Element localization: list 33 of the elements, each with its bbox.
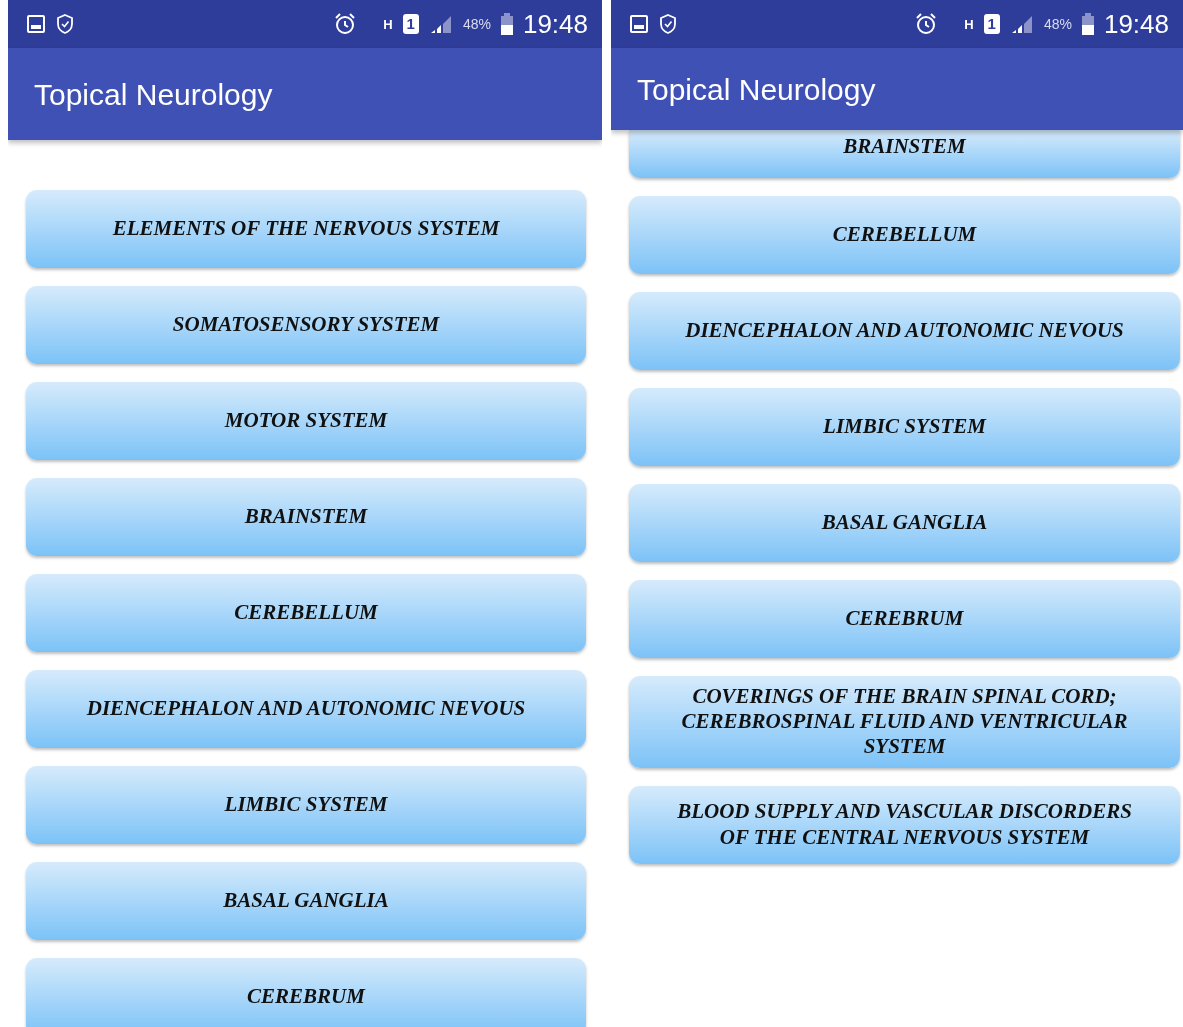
topic-button[interactable]: LIMBIC SYSTEM: [26, 766, 586, 844]
network-type-text: H: [383, 17, 393, 31]
topic-button[interactable]: CEREBRUM: [629, 580, 1180, 658]
app-title: Topical Neurology: [34, 76, 273, 113]
sim-icon: 1: [402, 14, 419, 34]
time-text: 19:48: [522, 7, 588, 41]
topic-button[interactable]: LIMBIC SYSTEM: [629, 388, 1180, 466]
topic-button[interactable]: CEREBRUM: [26, 958, 586, 1027]
battery-percent-text: 48%: [1043, 14, 1072, 34]
shield-icon: [659, 13, 677, 35]
topic-button[interactable]: CEREBELLUM: [26, 574, 586, 652]
battery-icon: [500, 13, 513, 35]
topic-button[interactable]: DIENCEPHALON AND AUTONOMIC NEVOUS: [26, 670, 586, 748]
topic-button[interactable]: BRAINSTEM: [26, 478, 586, 556]
gallery-icon: [26, 14, 46, 34]
gallery-icon: [629, 14, 649, 34]
topic-button[interactable]: DIENCEPHALON AND AUTONOMIC NEVOUS: [629, 292, 1180, 370]
topic-button[interactable]: COVERINGS OF THE BRAIN SPINAL CORD; CEREBROSPINAL FLUID AND VENTRICULAR SYSTEM: [629, 676, 1180, 768]
app-title: Topical Neurology: [637, 71, 876, 108]
topic-button[interactable]: ELEMENTS OF THE NERVOUS SYSTEM: [26, 190, 586, 268]
topic-button[interactable]: SOMATOSENSORY SYSTEM: [26, 286, 586, 364]
topic-button[interactable]: BLOOD SUPPLY AND VASCULAR DISCORDERS OF THE CENTRAL NERVOUS SYSTEM: [629, 785, 1180, 864]
battery-icon: [1081, 13, 1094, 35]
topic-button[interactable]: BRAINSTEM: [629, 130, 1180, 178]
topic-button[interactable]: MOTOR SYSTEM: [26, 382, 586, 460]
battery-percent-text: 48%: [462, 14, 491, 34]
topic-button[interactable]: CEREBELLUM: [629, 196, 1180, 274]
network-type-text: H: [964, 17, 974, 31]
time-text: 19:48: [1103, 7, 1169, 41]
sim-icon: 1: [983, 14, 1000, 34]
topic-button[interactable]: BASAL GANGLIA: [629, 484, 1180, 562]
shield-icon: [56, 13, 74, 35]
topic-button[interactable]: BASAL GANGLIA: [26, 862, 586, 940]
